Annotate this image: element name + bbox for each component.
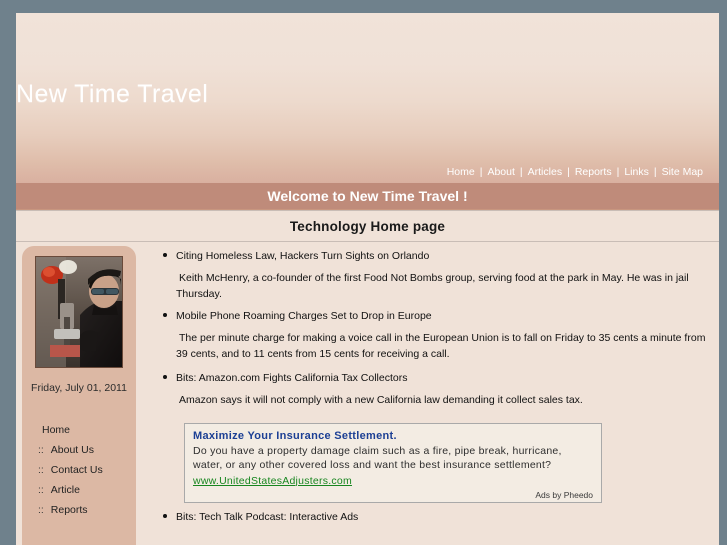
sidebar: Friday, July 01, 2011 Home :: About Us :…: [22, 246, 136, 545]
sidebar-item-label: Article: [50, 484, 80, 496]
sidebar-bullet: ::: [38, 504, 47, 516]
article-title[interactable]: Bits: Amazon.com Fights California Tax C…: [162, 371, 713, 385]
sidebar-item-label: Reports: [50, 504, 88, 516]
nav-item-about[interactable]: About: [485, 166, 516, 178]
article-item-partial: Bits: Tech Talk Podcast: Interactive Ads: [162, 510, 713, 524]
sidebar-item-about-us[interactable]: :: About Us: [38, 440, 136, 460]
article-title[interactable]: Mobile Phone Roaming Charges Set to Drop…: [162, 309, 713, 323]
sidebar-item-label: About Us: [50, 444, 94, 456]
page-title: Technology Home page: [289, 218, 446, 234]
sidebar-nav: Home :: About Us :: Contact Us :: Articl…: [22, 420, 136, 520]
nav-item-site-map[interactable]: Site Map: [660, 166, 705, 178]
bullet-icon: [163, 513, 167, 518]
main-content: Citing Homeless Law, Hackers Turn Sights…: [136, 242, 719, 545]
article-item: Mobile Phone Roaming Charges Set to Drop…: [162, 309, 713, 362]
ad-headline: Maximize Your Insurance Settlement.: [193, 429, 397, 442]
article-title-text: Citing Homeless Law, Hackers Turn Sights…: [176, 250, 430, 262]
bullet-icon: [163, 313, 167, 317]
nav-separator: |: [519, 166, 523, 178]
top-navigation[interactable]: Home | About | Articles | Reports | Links | Site M…: [445, 166, 705, 178]
sidebar-item-label: Home: [42, 424, 71, 436]
welcome-banner: Welcome to New Time Travel !: [16, 183, 719, 210]
article-title-text: Bits: Tech Talk Podcast: Interactive Ads: [176, 510, 359, 523]
welcome-banner-text: Welcome to New Time Travel !: [267, 188, 468, 204]
bullet-icon: [163, 375, 167, 379]
site-title: New Time Travel: [16, 80, 209, 108]
site-header: New Time Travel Home | About | Articles | Repo…: [16, 13, 719, 183]
ad-credit: Ads by Pheedo: [535, 489, 593, 500]
sidebar-bullet: ::: [38, 484, 47, 496]
nav-item-articles[interactable]: Articles: [526, 166, 564, 178]
article-item: Citing Homeless Law, Hackers Turn Sights…: [162, 249, 713, 302]
sidebar-date: Friday, July 01, 2011: [31, 382, 127, 394]
ad-link[interactable]: www.UnitedStatesAdjusters.com: [193, 475, 352, 487]
nav-item-links[interactable]: Links: [622, 166, 651, 178]
nav-separator: |: [653, 166, 657, 178]
nav-separator: |: [616, 166, 620, 178]
article-title[interactable]: Bits: Tech Talk Podcast: Interactive Ads: [162, 510, 713, 524]
bullet-icon: [163, 253, 167, 257]
article-item: Bits: Amazon.com Fights California Tax C…: [162, 371, 713, 409]
nav-item-home[interactable]: Home: [445, 166, 477, 178]
sidebar-item-reports[interactable]: :: Reports: [38, 500, 136, 520]
nav-separator: |: [567, 166, 570, 178]
page-body: New Time Travel Home | About | Articles | Repo…: [16, 13, 719, 545]
content-area: Friday, July 01, 2011 Home :: About Us :…: [16, 242, 719, 545]
sidebar-bullet: ::: [38, 444, 47, 456]
browser-frame: New Time Travel Home | About | Articles | Repo…: [0, 0, 727, 545]
article-title[interactable]: Citing Homeless Law, Hackers Turn Sights…: [162, 249, 713, 263]
article-body: The per minute charge for making a voice…: [176, 332, 706, 360]
sidebar-item-home[interactable]: Home: [38, 420, 136, 440]
sidebar-item-contact-us[interactable]: :: Contact Us: [38, 460, 136, 480]
sidebar-item-article[interactable]: :: Article: [38, 480, 136, 500]
article-title-text: Bits: Amazon.com Fights California Tax C…: [176, 372, 408, 384]
ad-body-text: Do you have a property damage claim such…: [193, 444, 562, 472]
sidebar-bullet: ::: [38, 464, 47, 476]
article-body: Amazon says it will not comply with a ne…: [179, 394, 583, 406]
workshop-photo-image: [36, 257, 122, 367]
nav-item-reports[interactable]: Reports: [573, 166, 614, 178]
article-body: Keith McHenry, a co-founder of the first…: [176, 272, 689, 300]
sidebar-item-label: Contact Us: [50, 464, 103, 476]
article-title-text: Mobile Phone Roaming Charges Set to Drop…: [176, 310, 432, 322]
page-subtitle-band: Technology Home page: [16, 211, 719, 241]
advertisement-box[interactable]: Maximize Your Insurance Settlement. Do y…: [184, 422, 602, 503]
sidebar-photo: [35, 256, 123, 368]
